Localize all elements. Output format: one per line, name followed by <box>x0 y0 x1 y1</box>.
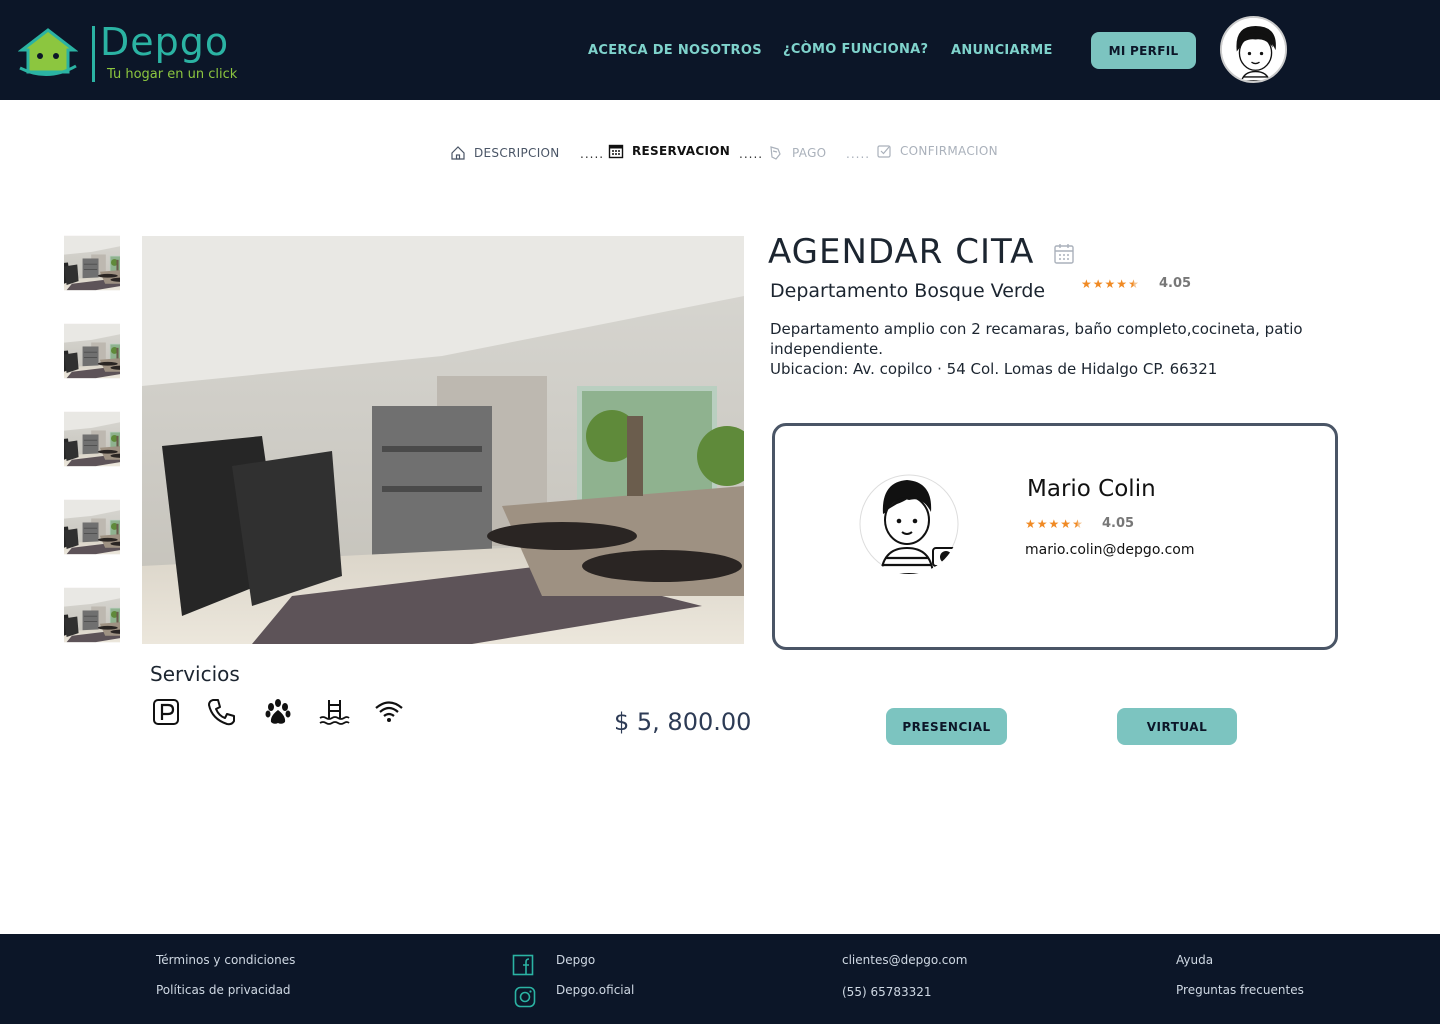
facebook-icon[interactable] <box>512 954 534 976</box>
terms-link[interactable]: Términos y condiciones <box>156 953 295 967</box>
agent-rating-value: 4.05 <box>1102 516 1135 531</box>
step-separator: ..... <box>846 147 871 161</box>
in-person-button[interactable]: PRESENCIAL <box>886 708 1007 745</box>
services-title: Servicios <box>150 662 240 686</box>
gallery-thumbnail[interactable] <box>64 235 120 291</box>
listing-rating-stars: ★ ★ ★ ★ ★ <box>1081 277 1139 291</box>
step-payment[interactable]: PAGO <box>768 145 826 161</box>
star-full-icon: ★ <box>1048 517 1060 531</box>
facebook-link[interactable]: Depgo <box>556 953 595 967</box>
confirm-icon <box>877 145 891 158</box>
virtual-button[interactable]: VIRTUAL <box>1117 708 1237 745</box>
faq-link[interactable]: Preguntas frecuentes <box>1176 983 1304 997</box>
nav-about[interactable]: ACERCA DE NOSOTROS <box>588 43 762 58</box>
listing-price: $ 5, 800.00 <box>614 708 752 736</box>
listing-description: Departamento amplio con 2 recamaras, bañ… <box>770 319 1330 379</box>
step-separator: ..... <box>739 147 764 161</box>
instagram-link[interactable]: Depgo.oficial <box>556 983 634 997</box>
user-avatar[interactable] <box>1220 16 1287 83</box>
nav-how-it-works[interactable]: ¿CÒMO FUNCIONA? <box>783 42 928 57</box>
pool-icon <box>319 700 350 725</box>
profile-button[interactable]: MI PERFIL <box>1091 32 1196 69</box>
star-full-icon: ★ <box>1036 517 1048 531</box>
description-text: Departamento amplio con 2 recamaras, bañ… <box>770 320 1303 358</box>
step-separator: ..... <box>580 147 605 161</box>
gallery-thumbnail[interactable] <box>64 499 120 555</box>
home-icon <box>451 146 465 160</box>
agent-rating-stars: ★ ★ ★ ★ ★ <box>1025 517 1083 531</box>
instagram-icon[interactable] <box>514 986 536 1008</box>
star-full-icon: ★ <box>1060 517 1072 531</box>
agent-email[interactable]: mario.colin@depgo.com <box>1025 542 1195 558</box>
gallery-thumbnail[interactable] <box>64 587 120 643</box>
footer: Términos y condiciones Políticas de priv… <box>0 934 1440 1024</box>
step-reservation[interactable]: RESERVACION <box>608 143 730 159</box>
agent-card: Mario Colin ★ ★ ★ ★ ★ 4.05 mario.colin@depgo… <box>772 423 1338 650</box>
listing-title: Departamento Bosque Verde <box>770 280 1046 302</box>
apartment-main-photo <box>142 236 744 644</box>
brand-logo[interactable]: Depgo Tu hogar en un click <box>18 20 248 86</box>
cartoon-avatar-icon <box>859 474 959 574</box>
step-label: DESCRIPCION <box>474 146 560 160</box>
brand-name: Depgo <box>100 20 230 64</box>
logo-divider <box>92 26 95 82</box>
house-logo-icon <box>18 28 78 76</box>
top-navbar: Depgo Tu hogar en un click ACERCA DE NOS… <box>0 0 1440 100</box>
privacy-link[interactable]: Políticas de privacidad <box>156 983 291 997</box>
help-link[interactable]: Ayuda <box>1176 953 1213 967</box>
step-confirmation[interactable]: CONFIRMACION <box>876 143 998 159</box>
gallery-thumbnail[interactable] <box>64 411 120 467</box>
star-full-icon: ★ <box>1081 277 1092 291</box>
calendar-icon <box>608 144 624 159</box>
page-title: AGENDAR CITA <box>768 232 1035 272</box>
wifi-icon <box>375 701 403 722</box>
paw-icon <box>265 699 291 724</box>
contact-phone[interactable]: (55) 65783321 <box>842 985 932 999</box>
star-full-icon: ★ <box>1092 277 1104 291</box>
nav-advertise[interactable]: ANUNCIARME <box>951 43 1053 58</box>
location-text: Ubicacion: Av. copilco · 54 Col. Lomas d… <box>770 360 1218 378</box>
agent-avatar <box>859 474 959 574</box>
contact-email[interactable]: clientes@depgo.com <box>842 953 967 967</box>
step-label: RESERVACION <box>632 144 731 158</box>
agent-name: Mario Colin <box>1027 476 1156 502</box>
star-half-icon: ★ <box>1128 277 1139 291</box>
parking-icon <box>153 699 179 725</box>
star-full-icon: ★ <box>1116 277 1128 291</box>
listing-rating-value: 4.05 <box>1159 276 1192 291</box>
step-description[interactable]: DESCRIPCION <box>450 145 560 161</box>
payment-icon <box>770 146 781 160</box>
star-full-icon: ★ <box>1025 517 1036 531</box>
calendar-icon[interactable] <box>1053 243 1075 265</box>
star-half-icon: ★ <box>1072 517 1083 531</box>
star-full-icon: ★ <box>1104 277 1116 291</box>
step-label: CONFIRMACION <box>900 144 998 158</box>
phone-icon <box>208 699 235 726</box>
brand-tagline: Tu hogar en un click <box>107 67 238 82</box>
gallery-thumbnail[interactable] <box>64 323 120 379</box>
cartoon-avatar-icon <box>1222 18 1285 81</box>
step-label: PAGO <box>792 146 827 160</box>
